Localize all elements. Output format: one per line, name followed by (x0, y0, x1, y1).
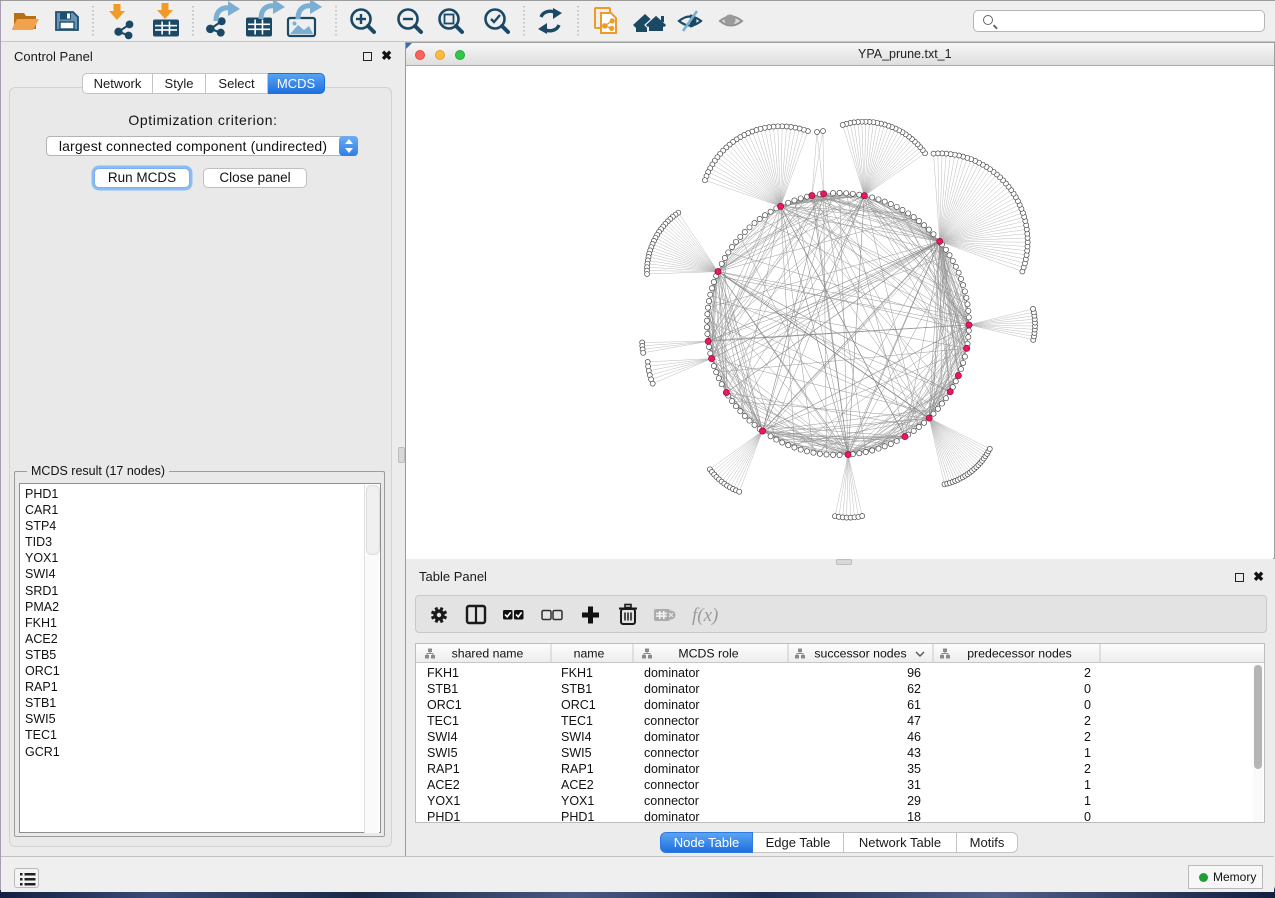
svg-text:MCDS role: MCDS role (678, 647, 738, 661)
svg-text:f(x): f(x) (692, 605, 718, 626)
svg-text:name: name (574, 647, 605, 661)
svg-text:shared name: shared name (452, 647, 524, 661)
svg-text:successor nodes: successor nodes (814, 647, 906, 661)
svg-text:predecessor nodes: predecessor nodes (967, 647, 1072, 661)
